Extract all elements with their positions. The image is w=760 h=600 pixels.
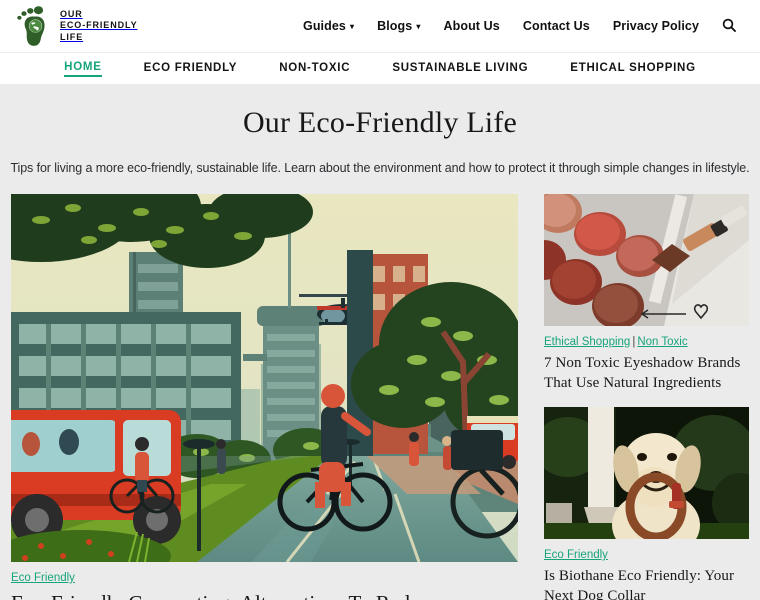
sidebar-article-2-image[interactable] xyxy=(534,407,760,559)
site-logo-text: Our Eco-Friendly Life xyxy=(60,9,137,44)
nav-item-guides-label: Guides xyxy=(303,19,346,33)
sidebar-article-1[interactable]: Ethical Shopping | Non Toxic 7 Non Toxic E… xyxy=(522,191,749,393)
category-tab-ethical-shopping[interactable]: Ethical Shopping xyxy=(570,62,696,76)
sidebar-article-1-categories: Ethical Shopping | Non Toxic xyxy=(544,335,749,349)
category-link-ethical-shopping[interactable]: Ethical Shopping xyxy=(544,336,630,348)
site-logo[interactable]: Our Eco-Friendly Life xyxy=(14,6,137,46)
featured-article[interactable]: Eco Friendly Eco-Friendly Commuting: Alt… xyxy=(0,166,539,600)
sidebar-article-2-title[interactable]: Is Biothane Eco Friendly: Your Next Dog … xyxy=(544,567,749,600)
chevron-down-icon: ▾ xyxy=(416,22,421,31)
featured-article-image[interactable] xyxy=(0,166,539,582)
chevron-down-icon: ▾ xyxy=(349,22,355,31)
featured-article-categories: Eco Friendly xyxy=(11,571,518,585)
footprint-globe-icon xyxy=(14,6,56,46)
logo-line-3: Life xyxy=(60,31,84,42)
search-icon xyxy=(722,18,736,35)
nav-item-blogs[interactable]: Blogs ▾ xyxy=(377,19,420,33)
nav-item-privacy-policy[interactable]: Privacy Policy xyxy=(613,19,699,33)
category-link-eco-friendly[interactable]: Eco Friendly xyxy=(11,572,75,584)
page-subtitle: Tips for living a more eco-friendly, sus… xyxy=(10,161,750,175)
category-tab-home[interactable]: Home xyxy=(64,61,102,77)
category-tab-non-toxic[interactable]: Non-Toxic xyxy=(279,62,350,76)
logo-line-2: Eco-Friendly xyxy=(60,20,138,31)
category-link-eco-friendly[interactable]: Eco Friendly xyxy=(544,549,608,561)
sidebar-article-1-title[interactable]: 7 Non Toxic Eyeshadow Brands That Use Na… xyxy=(544,354,749,393)
nav-item-contact-us[interactable]: Contact Us xyxy=(523,19,590,33)
category-link-non-toxic[interactable]: Non Toxic xyxy=(637,336,687,348)
page-title: Our Eco-Friendly Life xyxy=(242,106,518,139)
category-navigation: Home Eco Friendly Non-Toxic Sustainable … xyxy=(0,52,760,84)
sidebar-articles: Ethical Shopping | Non Toxic 7 Non Toxic E… xyxy=(522,191,760,600)
sidebar-article-2[interactable]: Eco Friendly Is Biothane Eco Friendly: Y… xyxy=(534,407,760,600)
hero-section: Our Eco-Friendly Life Tips for living a … xyxy=(0,84,760,175)
content-grid: Eco Friendly Eco-Friendly Commuting: Alt… xyxy=(0,166,760,600)
sidebar-article-2-categories: Eco Friendly xyxy=(544,548,749,562)
category-tab-eco-friendly[interactable]: Eco Friendly xyxy=(144,62,238,76)
search-button[interactable] xyxy=(722,18,736,35)
nav-item-blogs-label: Blogs xyxy=(377,19,413,33)
featured-article-title[interactable]: Eco-Friendly Commuting: Alternatives To … xyxy=(11,590,518,600)
dog xyxy=(612,433,701,559)
sidebar-article-1-image[interactable] xyxy=(522,191,749,329)
site-header: Our Eco-Friendly Life Guides ▾ Blogs ▾ A… xyxy=(0,0,760,52)
primary-navigation: Guides ▾ Blogs ▾ About Us Contact Us Pri… xyxy=(303,18,736,35)
nav-item-about-us[interactable]: About Us xyxy=(443,19,499,33)
nav-item-guides[interactable]: Guides ▾ xyxy=(303,19,354,33)
category-tab-sustainable-living[interactable]: Sustainable Living xyxy=(392,62,528,76)
logo-line-1: Our xyxy=(60,8,83,19)
